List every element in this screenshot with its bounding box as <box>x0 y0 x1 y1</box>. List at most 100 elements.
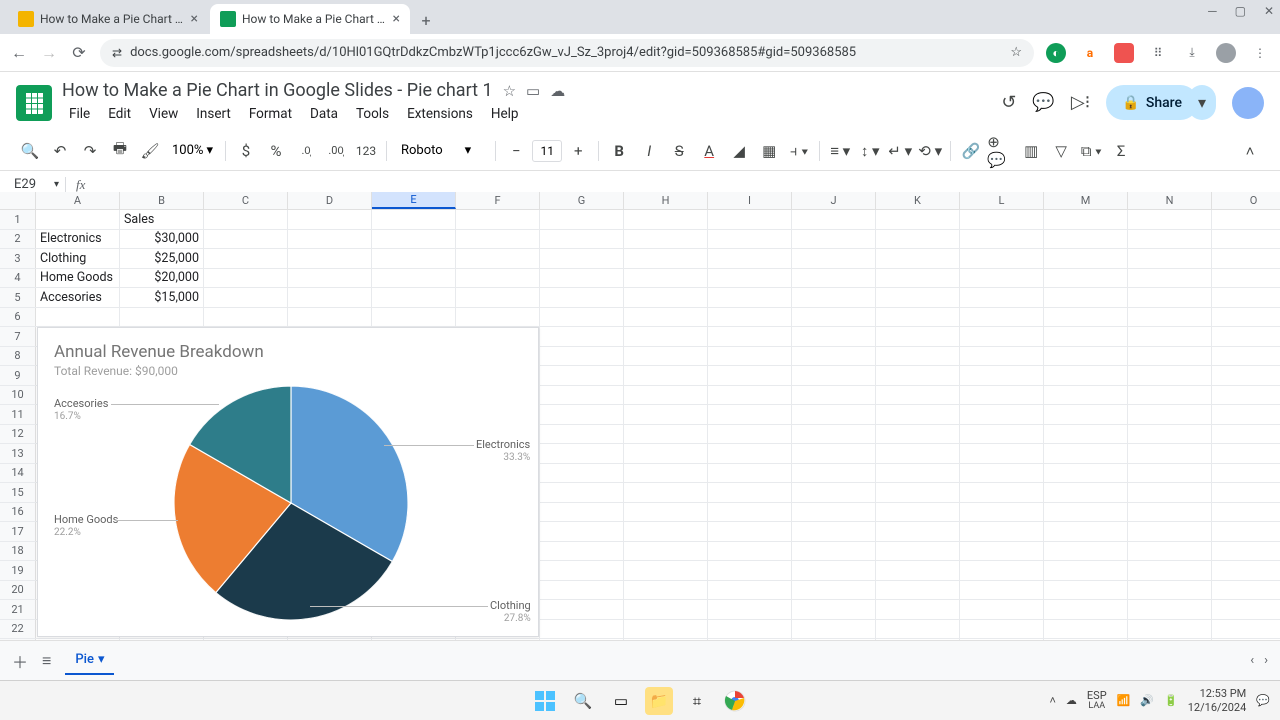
cell[interactable] <box>372 249 456 268</box>
cell[interactable] <box>708 561 792 580</box>
column-header[interactable]: I <box>708 192 792 209</box>
text-rotate-button[interactable]: ⟲ ▾ <box>916 137 944 165</box>
strikethrough-button[interactable]: S <box>665 137 693 165</box>
column-header[interactable]: K <box>876 192 960 209</box>
insert-link-button[interactable]: 🔗 <box>957 137 985 165</box>
cell[interactable] <box>624 249 708 268</box>
cell[interactable] <box>960 210 1044 229</box>
cell[interactable] <box>1128 405 1212 424</box>
column-header[interactable]: F <box>456 192 540 209</box>
embedded-chart[interactable]: Annual Revenue Breakdown Total Revenue: … <box>37 327 539 637</box>
battery-icon[interactable]: 🔋 <box>1164 694 1178 707</box>
chrome-icon[interactable] <box>721 687 749 715</box>
decrease-decimal-button[interactable]: .0̩ <box>292 137 320 165</box>
task-view-icon[interactable]: ▭ <box>607 687 635 715</box>
cell[interactable] <box>1212 327 1280 346</box>
share-dropdown-button[interactable]: ▾ <box>1188 85 1216 120</box>
search-menus-icon[interactable]: 🔍 <box>16 137 44 165</box>
cell[interactable] <box>540 347 624 366</box>
cell[interactable] <box>540 503 624 522</box>
cell[interactable] <box>288 230 372 249</box>
cell[interactable] <box>960 405 1044 424</box>
url-field[interactable]: ⇄ docs.google.com/spreadsheets/d/10Hl01G… <box>100 39 1034 67</box>
cell[interactable] <box>792 308 876 327</box>
cell[interactable] <box>960 503 1044 522</box>
cell[interactable] <box>36 210 120 229</box>
cell[interactable]: Accesories <box>36 288 120 307</box>
document-title[interactable]: How to Make a Pie Chart in Google Slides… <box>62 80 493 101</box>
chevron-down-icon[interactable]: ▾ <box>98 652 105 667</box>
row-header[interactable]: 13 <box>0 444 36 463</box>
cell[interactable] <box>792 366 876 385</box>
cell[interactable]: Sales <box>120 210 204 229</box>
move-folder-icon[interactable]: ▭ <box>526 82 540 100</box>
cell[interactable] <box>792 581 876 600</box>
cell[interactable] <box>792 503 876 522</box>
cell[interactable] <box>1212 425 1280 444</box>
column-header[interactable]: B <box>120 192 204 209</box>
cell[interactable] <box>120 308 204 327</box>
cell[interactable] <box>960 483 1044 502</box>
row-header[interactable]: 12 <box>0 425 36 444</box>
row-header[interactable]: 20 <box>0 581 36 600</box>
cell[interactable] <box>624 542 708 561</box>
cell[interactable] <box>1044 249 1128 268</box>
cell[interactable] <box>1212 581 1280 600</box>
text-wrap-button[interactable]: ↵ ▾ <box>886 137 914 165</box>
close-tab-icon[interactable]: × <box>393 11 400 27</box>
star-icon[interactable]: ☆ <box>503 82 516 100</box>
cell[interactable] <box>708 230 792 249</box>
cell[interactable] <box>708 503 792 522</box>
comments-icon[interactable]: 💬 <box>1032 92 1054 113</box>
cell[interactable] <box>876 405 960 424</box>
cell[interactable] <box>876 542 960 561</box>
cell[interactable] <box>960 464 1044 483</box>
language-indicator[interactable]: ESPLAA <box>1087 690 1107 712</box>
cell[interactable] <box>1128 600 1212 619</box>
all-sheets-button[interactable]: ≡ <box>42 651 51 671</box>
menu-file[interactable]: File <box>62 103 97 125</box>
cell[interactable] <box>876 288 960 307</box>
cell[interactable] <box>708 249 792 268</box>
clock[interactable]: 12:53 PM12/16/2024 <box>1188 687 1247 713</box>
cell[interactable] <box>1044 600 1128 619</box>
cell[interactable] <box>792 425 876 444</box>
cell[interactable] <box>540 386 624 405</box>
column-header[interactable]: D <box>288 192 372 209</box>
cell[interactable] <box>540 542 624 561</box>
cell[interactable] <box>1044 308 1128 327</box>
cell[interactable] <box>1044 327 1128 346</box>
cell[interactable] <box>624 620 708 639</box>
browser-tab-active[interactable]: How to Make a Pie Chart in Go… × <box>210 4 410 34</box>
extensions-puzzle-icon[interactable]: ⠿ <box>1148 43 1168 63</box>
forward-button[interactable]: → <box>40 43 58 63</box>
site-info-icon[interactable]: ⇄ <box>112 46 122 60</box>
cell[interactable] <box>540 366 624 385</box>
cell[interactable] <box>876 464 960 483</box>
text-color-button[interactable]: A <box>695 137 723 165</box>
sheet-scroll-right[interactable]: › <box>1264 653 1268 668</box>
cell[interactable] <box>1044 386 1128 405</box>
row-header[interactable]: 4 <box>0 269 36 288</box>
cell[interactable] <box>792 483 876 502</box>
sheet-scroll-left[interactable]: ‹ <box>1250 653 1254 668</box>
cell[interactable] <box>792 347 876 366</box>
cell[interactable]: $20,000 <box>120 269 204 288</box>
cell[interactable] <box>540 464 624 483</box>
cell[interactable] <box>1128 210 1212 229</box>
column-header[interactable]: M <box>1044 192 1128 209</box>
row-header[interactable]: 9 <box>0 366 36 385</box>
cell[interactable] <box>204 269 288 288</box>
bookmark-star-icon[interactable]: ☆ <box>1010 45 1022 60</box>
cell[interactable] <box>1212 210 1280 229</box>
insert-chart-button[interactable]: ▥ <box>1017 137 1045 165</box>
cell[interactable] <box>372 288 456 307</box>
cell[interactable] <box>1212 308 1280 327</box>
profile-avatar-icon[interactable] <box>1216 43 1236 63</box>
cell[interactable] <box>876 483 960 502</box>
functions-button[interactable]: Σ <box>1107 137 1135 165</box>
decrease-font-button[interactable]: − <box>502 137 530 165</box>
cell[interactable] <box>456 230 540 249</box>
cell[interactable] <box>624 444 708 463</box>
cell[interactable] <box>624 503 708 522</box>
